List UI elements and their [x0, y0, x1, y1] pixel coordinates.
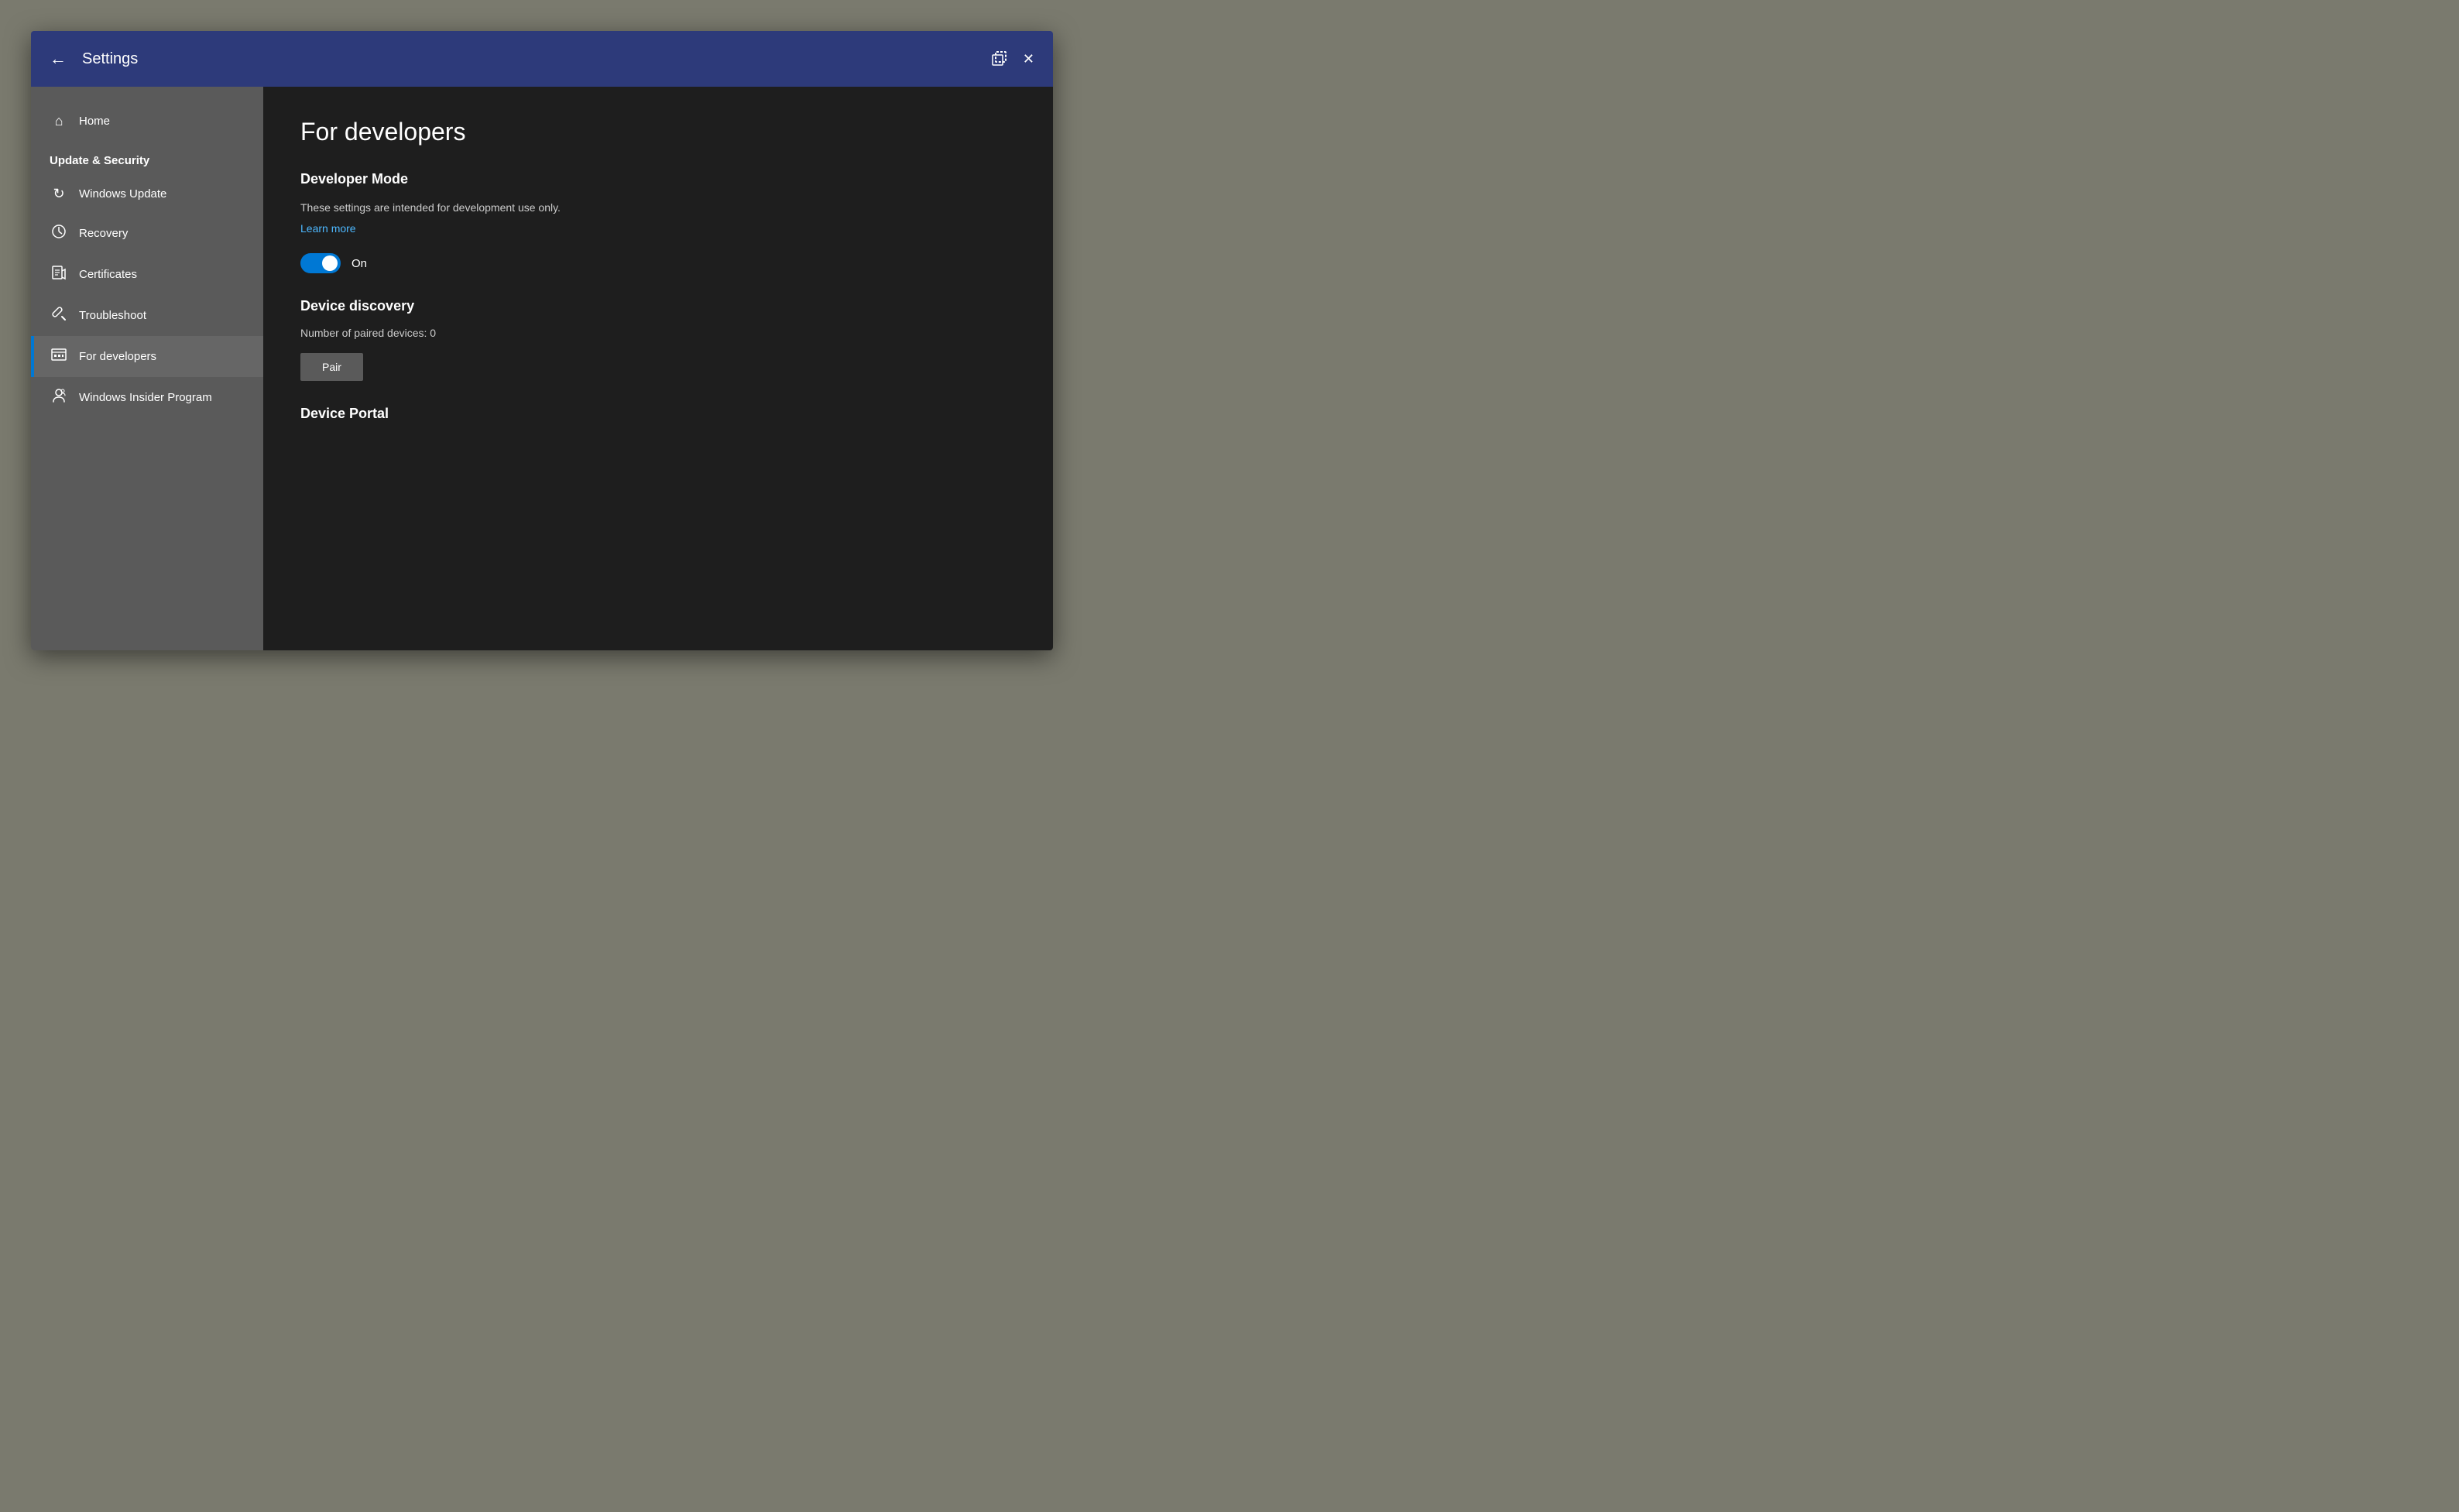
- titlebar-controls: ✕: [992, 51, 1034, 67]
- device-portal-title: Device Portal: [300, 406, 1016, 422]
- sidebar-item-windows-update[interactable]: ↻ Windows Update: [31, 175, 263, 213]
- windows-insider-icon: [50, 388, 68, 407]
- sidebar-item-for-developers[interactable]: For developers: [31, 336, 263, 377]
- sidebar-item-home[interactable]: ⌂ Home: [31, 102, 263, 140]
- learn-more-link[interactable]: Learn more: [300, 222, 356, 235]
- close-button[interactable]: ✕: [1023, 51, 1034, 67]
- windows-insider-label: Windows Insider Program: [79, 391, 212, 404]
- toggle-thumb: [322, 255, 338, 271]
- home-label: Home: [79, 115, 110, 128]
- sidebar: ⌂ Home Update & Security ↻ Windows Updat…: [31, 87, 263, 650]
- developer-mode-toggle-row: On: [300, 253, 1016, 273]
- developer-mode-description: These settings are intended for developm…: [300, 200, 1016, 216]
- pair-button[interactable]: Pair: [300, 353, 363, 381]
- troubleshoot-icon: [50, 306, 68, 325]
- developer-mode-title: Developer Mode: [300, 171, 1016, 187]
- sidebar-section-title: Update & Security: [31, 140, 263, 175]
- developer-mode-toggle[interactable]: [300, 253, 341, 273]
- sidebar-item-recovery[interactable]: Recovery: [31, 213, 263, 254]
- page-title: For developers: [300, 118, 1016, 146]
- device-discovery-title: Device discovery: [300, 298, 1016, 314]
- window-body: ⌂ Home Update & Security ↻ Windows Updat…: [31, 87, 1053, 650]
- for-developers-icon: [50, 347, 68, 366]
- toggle-label: On: [352, 257, 367, 270]
- sidebar-item-windows-insider[interactable]: Windows Insider Program: [31, 377, 263, 418]
- recovery-icon: [50, 224, 68, 243]
- certificates-label: Certificates: [79, 268, 137, 281]
- for-developers-label: For developers: [79, 350, 156, 363]
- certificates-icon: [50, 265, 68, 284]
- windows-update-icon: ↻: [50, 186, 68, 202]
- back-button[interactable]: ←: [50, 49, 67, 69]
- troubleshoot-label: Troubleshoot: [79, 309, 146, 322]
- sidebar-item-troubleshoot[interactable]: Troubleshoot: [31, 295, 263, 336]
- main-content: For developers Developer Mode These sett…: [263, 87, 1053, 650]
- titlebar-title: Settings: [82, 50, 992, 68]
- windows-update-label: Windows Update: [79, 187, 166, 201]
- titlebar: ← Settings ✕: [31, 31, 1053, 87]
- settings-window: ← Settings ✕ ⌂ Home Update & Security ↻ …: [31, 31, 1053, 650]
- paired-devices-info: Number of paired devices: 0: [300, 327, 1016, 339]
- recovery-label: Recovery: [79, 227, 128, 240]
- sidebar-item-certificates[interactable]: Certificates: [31, 254, 263, 295]
- restore-button[interactable]: [992, 51, 1007, 67]
- home-icon: ⌂: [50, 113, 68, 129]
